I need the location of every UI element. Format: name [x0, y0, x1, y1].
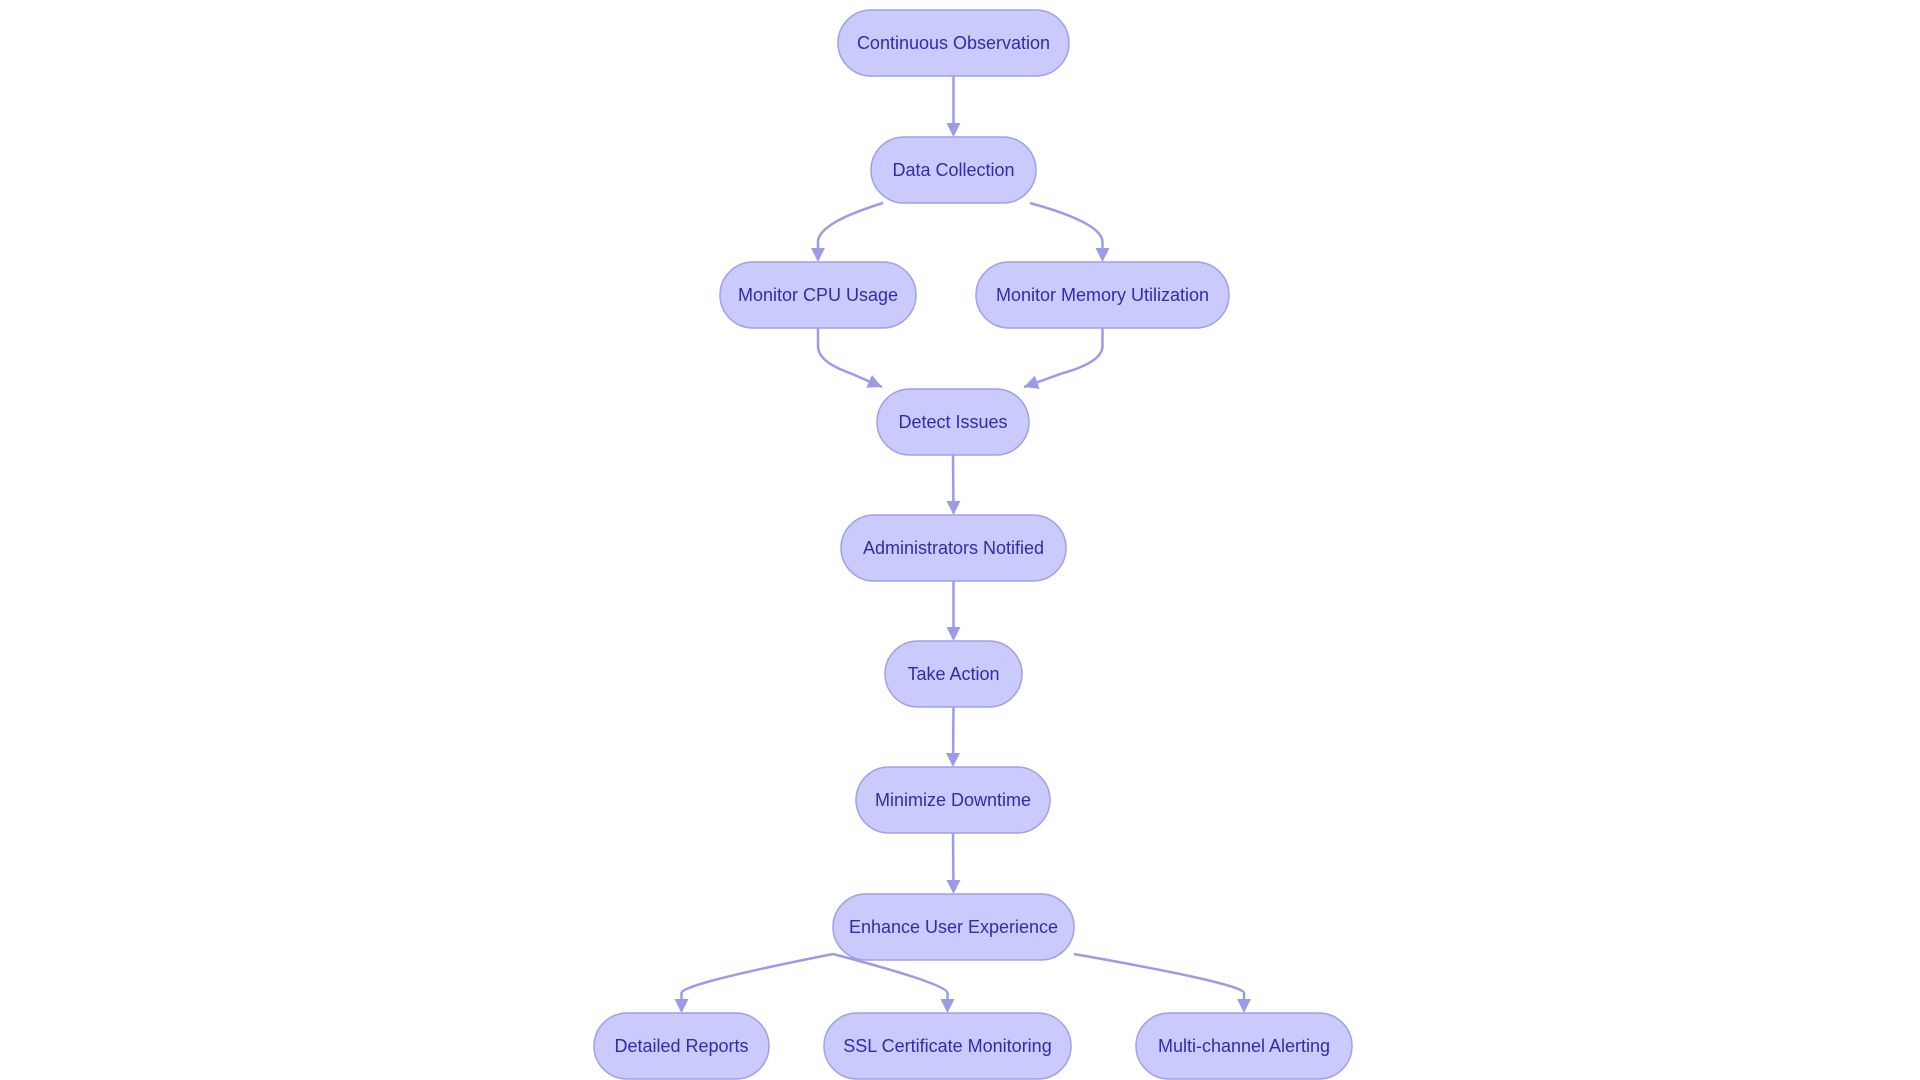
- node-label: Detailed Reports: [614, 1036, 748, 1056]
- node-label: Enhance User Experience: [849, 917, 1058, 937]
- arrowhead: [946, 753, 960, 767]
- arrowhead: [1237, 999, 1251, 1013]
- node-label: SSL Certificate Monitoring: [843, 1036, 1051, 1056]
- node-take-action: Take Action: [884, 640, 1023, 708]
- node-label: Take Action: [907, 664, 999, 684]
- edge-n9-n10: [680, 952, 834, 1011]
- edge-n2-n3: [816, 201, 884, 260]
- node-administrators-notified: Administrators Notified: [840, 514, 1067, 582]
- arrowhead: [946, 880, 961, 894]
- arrowhead: [946, 123, 961, 137]
- edge-n2-n4: [1029, 201, 1104, 260]
- nodes: Continuous Observation Data Collection Mon…: [593, 9, 1353, 1080]
- node-monitor-memory-utilization: Monitor Memory Utilization: [975, 261, 1230, 329]
- node-label: Monitor Memory Utilization: [996, 285, 1209, 305]
- node-data-collection: Data Collection: [870, 136, 1037, 204]
- arrowhead: [946, 627, 961, 641]
- node-multi-channel-alerting: Multi-channel Alerting: [1135, 1012, 1353, 1080]
- node-enhance-user-experience: Enhance User Experience: [832, 893, 1075, 961]
- arrowhead: [1095, 248, 1110, 262]
- node-label: Monitor CPU Usage: [738, 285, 898, 305]
- node-ssl-certificate-monitoring: SSL Certificate Monitoring: [823, 1012, 1072, 1080]
- arrowhead: [674, 999, 689, 1013]
- node-minimize-downtime: Minimize Downtime: [855, 766, 1051, 834]
- edge-n9-n12: [1073, 952, 1246, 1011]
- arrowhead: [811, 248, 825, 262]
- node-label: Minimize Downtime: [875, 790, 1031, 810]
- edge-n4-n5: [1023, 328, 1104, 389]
- node-detailed-reports: Detailed Reports: [593, 1012, 770, 1080]
- arrowhead: [940, 999, 955, 1013]
- node-detect-issues: Detect Issues: [876, 388, 1030, 456]
- node-label: Multi-channel Alerting: [1158, 1036, 1330, 1056]
- node-label: Administrators Notified: [863, 538, 1044, 558]
- arrowhead: [946, 501, 961, 515]
- node-label: Detect Issues: [898, 412, 1007, 432]
- node-label: Continuous Observation: [857, 33, 1050, 53]
- flowchart: Continuous Observation Data Collection Mon…: [593, 9, 1353, 1080]
- node-label: Data Collection: [892, 160, 1014, 180]
- node-monitor-cpu-usage: Monitor CPU Usage: [719, 261, 917, 329]
- edge-n9-n11: [832, 952, 949, 1011]
- node-continuous-observation: Continuous Observation: [837, 9, 1070, 77]
